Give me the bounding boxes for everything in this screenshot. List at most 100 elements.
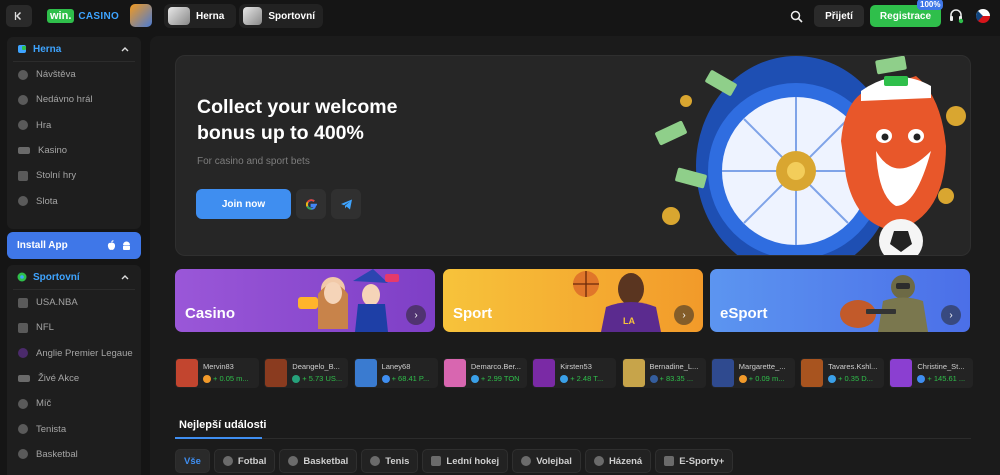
winner-name: Mervin83 (203, 362, 234, 371)
filter-label: E-Sporty+ (679, 455, 725, 467)
premier-league-icon (18, 348, 28, 359)
tile-label: Sport (453, 305, 493, 322)
nba-icon (18, 297, 28, 308)
collapse-sidebar-button[interactable] (6, 5, 32, 27)
headset-icon[interactable] (948, 8, 964, 24)
chevron-right-icon: › (674, 305, 694, 325)
sidebar-item-label: Živé Akce (38, 373, 80, 385)
nav-sportovni-label: Sportovní (268, 10, 315, 22)
winner-card[interactable]: Mervin83 + 0.05 m... (175, 358, 259, 388)
logo-casino: CASINO (78, 10, 120, 22)
featured-game-thumbnail[interactable] (130, 4, 152, 27)
sport-ball-icon (17, 272, 27, 282)
currency-coin-icon (560, 375, 569, 383)
winner-card[interactable]: Christine_St... + 145.61 ... (889, 358, 974, 388)
tile-label: Casino (185, 305, 236, 322)
dice-icon (168, 7, 190, 25)
winner-card[interactable]: Deangelo_B... + 5.73 US... (264, 358, 349, 388)
filter-tennis[interactable]: Tenis (361, 449, 419, 473)
game-thumbnail (622, 359, 645, 387)
sidebar-sport-section: Sportovní USA.NBA NFL Anglie Premier Leg… (7, 265, 141, 475)
filter-label: Basketbal (303, 455, 349, 467)
sidebar-item-nfl[interactable]: NFL (7, 315, 141, 340)
install-app-button[interactable]: Install App (7, 232, 141, 259)
cards-icon (18, 170, 28, 181)
chevron-up-icon (121, 47, 129, 52)
winner-amount: + 0.09 m... (748, 374, 785, 383)
site-logo[interactable]: win. CASINO (47, 9, 119, 23)
login-button[interactable]: Přijetí (814, 5, 864, 27)
game-thumbnail (801, 359, 824, 387)
filter-all[interactable]: Vše (175, 449, 210, 473)
currency-coin-icon (828, 375, 837, 383)
search-icon (790, 10, 803, 23)
game-thumbnail (265, 359, 288, 387)
tennis-icon (18, 424, 28, 435)
sidebar-item-zive-akce[interactable]: Živé Akce (7, 366, 141, 391)
sidebar-item-hra[interactable]: Hra (7, 113, 141, 138)
category-tile-casino[interactable]: Casino › (175, 269, 435, 332)
chevron-right-icon: › (941, 305, 961, 325)
winner-card[interactable]: Bernadine_L... + 83.35 ... (621, 358, 706, 388)
filter-handball[interactable]: Házená (584, 449, 652, 473)
winner-name: Kirsten53 (560, 362, 592, 371)
winner-card[interactable]: Laney68 + 68.41 P... (353, 358, 438, 388)
sidebar-item-premier-league[interactable]: Anglie Premier Legaue (7, 341, 141, 366)
filter-volleyball[interactable]: Volejbal (512, 449, 581, 473)
winner-name: Margarette_... (738, 362, 786, 371)
sidebar-item-slota[interactable]: Slota (7, 188, 141, 213)
sport-icon (243, 7, 263, 25)
winner-card[interactable]: Tavares.Kshl... + 0.35 D... (800, 358, 885, 388)
join-now-button[interactable]: Join now (196, 189, 291, 219)
sidebar-item-label: Návštěva (36, 69, 76, 81)
logo-win: win. (47, 9, 75, 23)
nfl-icon (18, 322, 28, 333)
winner-card[interactable]: Margarette_... + 0.09 m... (710, 358, 795, 388)
sidebar-item-label: Nedávno hrál (36, 94, 93, 106)
google-login-button[interactable] (296, 189, 326, 219)
nav-herna[interactable]: Herna (164, 4, 236, 28)
sidebar-item-nedavno-hral[interactable]: Nedávno hrál (7, 87, 141, 112)
sidebar-item-label: USA.NBA (36, 297, 78, 309)
sidebar-item-mic[interactable]: Míč (7, 391, 141, 416)
divider (175, 438, 971, 439)
winner-card[interactable]: Kirsten53 + 2.48 T... (532, 358, 617, 388)
sidebar-item-tenista[interactable]: Tenista (7, 416, 141, 441)
sidebar-item-basketbal[interactable]: Basketbal (7, 442, 141, 467)
winner-amount: + 2.99 TON (480, 374, 520, 383)
sidebar-sport-header[interactable]: Sportovní (7, 265, 141, 289)
sidebar-item-navsteva[interactable]: Návštěva (7, 62, 141, 87)
hero-illustration (655, 56, 966, 255)
winner-amount: + 145.61 ... (927, 374, 966, 383)
sidebar-casino-header[interactable]: Herna (7, 37, 141, 61)
filter-label: Volejbal (536, 455, 572, 467)
sidebar-sport-title: Sportovní (33, 271, 80, 283)
winner-name: Deangelo_B... (292, 362, 340, 371)
history-icon (18, 94, 28, 105)
language-flag-icon[interactable] (976, 9, 990, 23)
game-thumbnail (443, 359, 466, 387)
filter-ice-hockey[interactable]: Lední hokej (422, 449, 509, 473)
recent-winners: Mervin83 + 0.05 m... Deangelo_B... + 5.73 U… (175, 358, 975, 388)
sidebar-item-label: Stolní hry (36, 170, 77, 182)
nav-sportovni[interactable]: Sportovní (239, 4, 323, 28)
sidebar-item-usa-nba[interactable]: USA.NBA (7, 290, 141, 315)
filter-basketball[interactable]: Basketbal (279, 449, 358, 473)
filter-esports[interactable]: E-Sporty+ (655, 449, 734, 473)
welcome-banner: Collect your welcome bonus up to 400% Fo… (175, 55, 971, 256)
sidebar-item-kasino[interactable]: Kasino (7, 138, 141, 163)
tile-label: eSport (720, 305, 768, 322)
category-tile-sport[interactable]: LA Sport › (443, 269, 703, 332)
winner-card[interactable]: Demarco.Ber... + 2.99 TON (442, 358, 527, 388)
sidebar-item-stolni-hry[interactable]: Stolní hry (7, 163, 141, 188)
winner-amount: + 2.48 T... (570, 374, 604, 383)
filter-football[interactable]: Fotbal (213, 449, 276, 473)
top-events-tab[interactable]: Nejlepší události (179, 419, 266, 437)
telegram-login-button[interactable] (331, 189, 361, 219)
sidebar-item-label: Kasino (38, 145, 68, 157)
gamepad-icon (18, 120, 28, 131)
category-tile-esport[interactable]: eSport › (710, 269, 970, 332)
sport-illustration: LA (573, 271, 661, 332)
search-button[interactable] (784, 5, 808, 27)
live-icon (18, 375, 30, 383)
